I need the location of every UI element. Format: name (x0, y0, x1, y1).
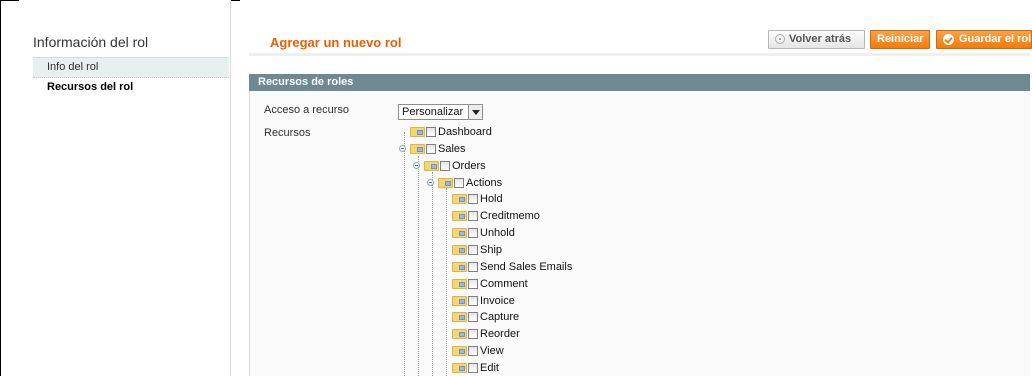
tree-node-label: Invoice (480, 294, 515, 307)
collapse-toggle-icon[interactable] (413, 161, 420, 169)
sidebar-tabs: Info del rol Recursos del rol (33, 57, 229, 97)
back-button-label: Volver atrás (789, 33, 852, 45)
main-content: Agregar un nuevo rol Volver atrás Reinic… (240, 0, 1032, 376)
resource-checkbox[interactable] (468, 295, 478, 306)
tab-role-info[interactable]: Info del rol (33, 57, 229, 78)
tree-line (446, 188, 447, 376)
save-role-button[interactable]: Guardar el rol (936, 30, 1032, 49)
tree-node-label: Edit (480, 361, 499, 374)
folder-icon (452, 194, 467, 205)
collapse-toggle-icon[interactable] (399, 144, 406, 152)
section-body (249, 91, 1030, 376)
sidebar-title: Información del rol (33, 34, 149, 50)
resource-checkbox[interactable] (468, 211, 478, 222)
resource-checkbox[interactable] (426, 143, 436, 154)
back-icon (775, 34, 785, 44)
tree-node-label: Actions (466, 176, 503, 189)
reset-button[interactable]: Reiniciar (870, 30, 930, 49)
resource-checkbox[interactable] (468, 312, 478, 323)
resource-checkbox[interactable] (468, 346, 478, 357)
resource-checkbox[interactable] (468, 278, 478, 289)
tree-node-label: Unhold (480, 227, 515, 240)
tree-node-label: Comment (480, 277, 528, 290)
tree-node-label: View (480, 345, 504, 358)
title-divider (249, 53, 1030, 56)
folder-icon (452, 228, 467, 239)
folder-icon (452, 278, 467, 289)
resource-access-select[interactable]: Personalizar (398, 104, 483, 120)
tree-node-label: Orders (452, 159, 486, 172)
resource-access-value: Personalizar (402, 106, 464, 118)
resource-checkbox[interactable] (468, 228, 478, 239)
folder-icon (452, 329, 467, 340)
back-button[interactable]: Volver atrás (768, 30, 865, 49)
folder-icon (438, 177, 453, 188)
tree-line (418, 156, 419, 376)
tree-node-label: Creditmemo (480, 210, 540, 223)
resource-checkbox[interactable] (454, 177, 464, 188)
tree-node-label: Dashboard (438, 126, 492, 138)
tab-role-info-label: Info del rol (47, 61, 99, 73)
resource-checkbox[interactable] (468, 329, 478, 340)
resource-checkbox[interactable] (468, 362, 478, 373)
tree-node-label: Sales (438, 142, 466, 155)
tree-line (404, 132, 405, 376)
page-title: Agregar un nuevo rol (270, 35, 402, 50)
resource-checkbox[interactable] (468, 244, 478, 255)
folder-icon (452, 346, 467, 357)
collapse-toggle-icon[interactable] (427, 178, 434, 186)
folder-icon (410, 127, 425, 137)
resource-checkbox[interactable] (468, 194, 478, 205)
chevron-down-icon (468, 105, 482, 119)
section-title: Recursos de roles (258, 76, 354, 88)
folder-icon (452, 312, 467, 323)
tree-node-label: Reorder (480, 328, 520, 341)
folder-icon (452, 261, 467, 272)
tree-node-label: Ship (480, 243, 503, 256)
resources-label: Recursos (264, 127, 311, 139)
tab-role-resources[interactable]: Recursos del rol (33, 78, 229, 97)
folder-icon (452, 244, 467, 255)
folder-icon (410, 143, 425, 154)
reset-button-label: Reiniciar (877, 33, 924, 45)
tree-node-label: Send Sales Emails (480, 260, 573, 273)
folder-icon (452, 211, 467, 222)
resource-checkbox[interactable] (440, 160, 450, 171)
tree-node-label: Capture (480, 311, 520, 324)
folder-icon (452, 295, 467, 306)
save-role-button-label: Guardar el rol (959, 33, 1032, 45)
tab-role-resources-label: Recursos del rol (47, 81, 134, 93)
section-header: Recursos de roles (249, 74, 1030, 91)
resource-checkbox[interactable] (468, 261, 478, 272)
resource-checkbox[interactable] (426, 127, 436, 137)
folder-icon (424, 160, 439, 171)
folder-icon (452, 362, 467, 373)
tree-line (432, 172, 433, 376)
access-label: Acceso a recurso (264, 104, 349, 116)
tree-node-label: Hold (480, 193, 503, 206)
sidebar: Información del rol Info del rol Recurso… (19, 0, 231, 376)
checkmark-icon (943, 34, 954, 45)
